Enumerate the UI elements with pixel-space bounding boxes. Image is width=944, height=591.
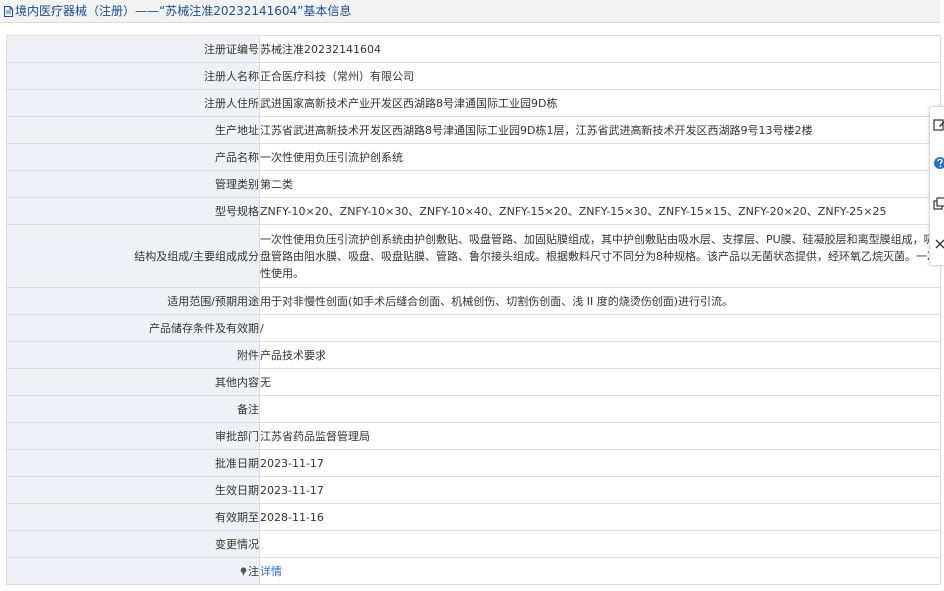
table-row: 结构及组成/主要组成成分 一次性使用负压引流护创系统由护创敷贴、吸盘管路、加固贴…: [6, 224, 941, 288]
field-value: 第二类: [259, 170, 941, 198]
field-label: 结构及组成/主要组成成分: [6, 224, 260, 288]
table-row: 产品名称 一次性使用负压引流护创系统: [6, 143, 941, 171]
table-row: 适用范围/预期用途 用于对非慢性创面(如手术后缝合创面、机械创伤、切割伤创面、浅…: [6, 287, 941, 315]
field-label: 变更情况: [6, 530, 260, 558]
field-label: 产品储存条件及有效期: [6, 314, 260, 342]
field-label: 其他内容: [6, 368, 260, 396]
document-icon: [4, 5, 13, 17]
field-label: 批准日期: [6, 449, 260, 477]
field-label: 型号规格: [6, 197, 260, 225]
detail-link[interactable]: 详情: [261, 565, 283, 578]
field-value: 苏械注准20232141604: [259, 35, 941, 63]
field-value: [259, 395, 941, 423]
detail-link-cell: 详情: [259, 557, 941, 585]
table-row: 生效日期 2023-11-17: [6, 476, 941, 504]
field-value: [259, 530, 941, 558]
field-value: 正合医疗科技（常州）有限公司: [259, 62, 941, 90]
edit-icon[interactable]: [933, 118, 944, 132]
field-value: /: [259, 314, 941, 342]
field-label: 备注: [6, 395, 260, 423]
field-value: 用于对非慢性创面(如手术后缝合创面、机械创伤、切割伤创面、浅 II 度的烧烫伤创…: [259, 287, 941, 315]
table-row: 型号规格 ZNFY-10×20、ZNFY-10×30、ZNFY-10×40、ZN…: [6, 197, 941, 225]
copy-icon[interactable]: [933, 197, 944, 211]
field-value: ZNFY-10×20、ZNFY-10×30、ZNFY-10×40、ZNFY-15…: [259, 197, 941, 225]
floating-toolbar: [929, 106, 944, 266]
note-label-cell: 注: [6, 557, 260, 585]
note-label: 注: [248, 565, 259, 578]
field-label: 生产地址: [6, 116, 260, 144]
registration-info-table: 注册证编号 苏械注准20232141604 注册人名称 正合医疗科技（常州）有限…: [6, 35, 941, 585]
page-header: 境内医疗器械（注册）——“苏械注准20232141604”基本信息: [0, 0, 940, 23]
field-label: 产品名称: [6, 143, 260, 171]
table-row: 其他内容 无: [6, 368, 941, 396]
table-row: 审批部门 江苏省药品监督管理局: [6, 422, 941, 450]
field-value: 一次性使用负压引流护创系统: [259, 143, 941, 171]
help-icon[interactable]: [933, 156, 944, 170]
field-label: 适用范围/预期用途: [6, 287, 260, 315]
field-value: 江苏省药品监督管理局: [259, 422, 941, 450]
field-label: 管理类别: [6, 170, 260, 198]
table-row: 注册人住所 武进国家高新技术产业开发区西湖路8号津通国际工业园9D栋: [6, 89, 941, 117]
field-value: 江苏省武进高新技术开发区西湖路8号津通国际工业园9D栋1层，江苏省武进高新技术开…: [259, 116, 941, 144]
field-value: 一次性使用负压引流护创系统由护创敷贴、吸盘管路、加固贴膜组成，其中护创敷贴由吸水…: [259, 224, 941, 288]
field-value: 武进国家高新技术产业开发区西湖路8号津通国际工业园9D栋: [259, 89, 941, 117]
table-row: 备注: [6, 395, 941, 423]
field-value: 2023-11-17: [259, 476, 941, 504]
field-value: 无: [259, 368, 941, 396]
field-label: 审批部门: [6, 422, 260, 450]
table-row: 产品储存条件及有效期 /: [6, 314, 941, 342]
field-label: 注册人住所: [6, 89, 260, 117]
table-row: 附件 产品技术要求: [6, 341, 941, 369]
table-row: 批准日期 2023-11-17: [6, 449, 941, 477]
field-label: 注册证编号: [6, 35, 260, 63]
table-row: 变更情况: [6, 530, 941, 558]
table-row-note: 注 详情: [6, 557, 941, 585]
table-row: 注册证编号 苏械注准20232141604: [6, 35, 941, 63]
close-icon[interactable]: [933, 237, 944, 251]
table-row: 生产地址 江苏省武进高新技术开发区西湖路8号津通国际工业园9D栋1层，江苏省武进…: [6, 116, 941, 144]
field-label: 生效日期: [6, 476, 260, 504]
table-row: 注册人名称 正合医疗科技（常州）有限公司: [6, 62, 941, 90]
field-label: 附件: [6, 341, 260, 369]
table-row: 管理类别 第二类: [6, 170, 941, 198]
field-value: 2028-11-16: [259, 503, 941, 531]
pin-icon: [240, 567, 247, 576]
field-value: 产品技术要求: [259, 341, 941, 369]
field-label: 有效期至: [6, 503, 260, 531]
field-label: 注册人名称: [6, 62, 260, 90]
table-row: 有效期至 2028-11-16: [6, 503, 941, 531]
page-title: 境内医疗器械（注册）——“苏械注准20232141604”基本信息: [15, 4, 352, 18]
field-value: 2023-11-17: [259, 449, 941, 477]
